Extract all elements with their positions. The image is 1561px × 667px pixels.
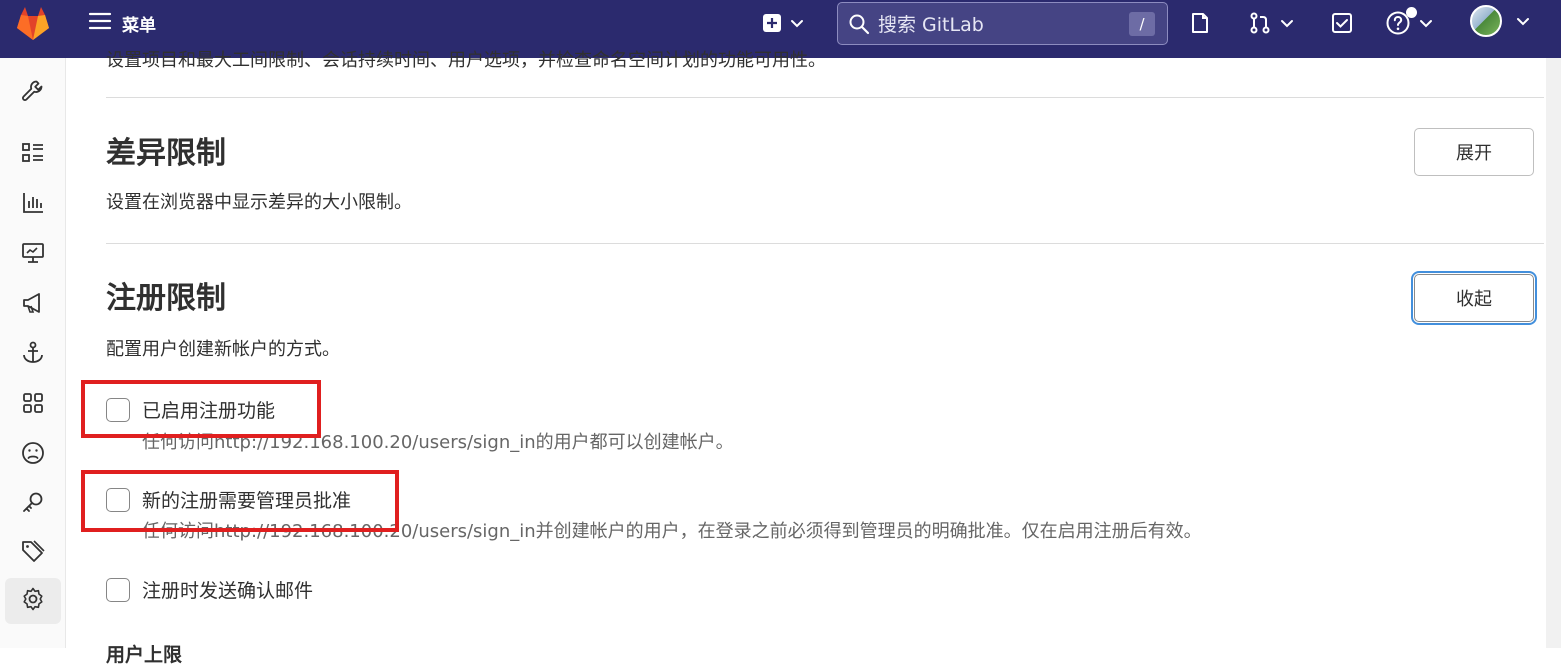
section-divider bbox=[106, 243, 1544, 244]
diff-limits-title: 差异限制 bbox=[106, 136, 226, 171]
gitlab-logo[interactable] bbox=[13, 3, 53, 43]
previous-section-description: 设置项目和最大工间限制、会话持续时间、用户选项，并检查命名空间计划的功能可用性。 bbox=[106, 50, 826, 71]
issues-icon bbox=[1188, 11, 1212, 35]
sidebar-item-labels[interactable] bbox=[5, 530, 61, 576]
search-shortcut-key: / bbox=[1129, 11, 1155, 36]
send-confirmation-email-option: 注册时发送确认邮件 bbox=[106, 576, 313, 603]
sidebar-item-overview[interactable] bbox=[5, 132, 61, 178]
sidebar-item-monitoring[interactable] bbox=[5, 232, 61, 278]
signup-restrictions-collapse-button[interactable]: 收起 bbox=[1414, 274, 1534, 322]
sidebar-item-analytics[interactable] bbox=[5, 182, 61, 228]
merge-requests-dropdown[interactable] bbox=[1248, 8, 1296, 38]
send-confirmation-email-label[interactable]: 注册时发送确认邮件 bbox=[142, 576, 313, 603]
diff-limits-expand-button[interactable]: 展开 bbox=[1414, 128, 1534, 176]
diff-limits-description: 设置在浏览器中显示差异的大小限制。 bbox=[106, 192, 412, 213]
todos-button[interactable] bbox=[1330, 8, 1354, 38]
chevron-down-icon bbox=[1278, 14, 1296, 32]
chevron-down-icon bbox=[1417, 14, 1435, 32]
chevron-down-icon bbox=[788, 14, 806, 32]
chart-icon bbox=[20, 190, 46, 220]
user-avatar bbox=[1470, 5, 1502, 37]
sidebar-item-applications[interactable] bbox=[5, 382, 61, 428]
user-menu-dropdown[interactable] bbox=[1470, 5, 1532, 37]
search-input[interactable]: 搜索 GitLab / bbox=[837, 2, 1168, 45]
apps-icon bbox=[20, 390, 46, 420]
labels-icon bbox=[20, 538, 46, 568]
todo-check-icon bbox=[1330, 11, 1354, 35]
sad-face-icon bbox=[20, 440, 46, 470]
chevron-down-icon bbox=[1514, 12, 1532, 30]
sidebar-item-deploy-keys[interactable] bbox=[5, 482, 61, 528]
hamburger-icon bbox=[88, 9, 112, 37]
plus-square-icon bbox=[762, 13, 782, 33]
sidebar-item-admin-overview[interactable] bbox=[5, 70, 61, 116]
wrench-icon bbox=[20, 78, 46, 108]
merge-request-icon bbox=[1248, 11, 1272, 35]
sidebar-item-settings[interactable] bbox=[5, 578, 61, 624]
sidebar-item-messages[interactable] bbox=[5, 282, 61, 328]
admin-sidebar bbox=[0, 58, 66, 648]
annotation-highlight-box bbox=[81, 380, 321, 438]
annotation-highlight-box bbox=[81, 470, 399, 532]
signup-restrictions-title: 注册限制 bbox=[106, 281, 226, 316]
monitor-icon bbox=[20, 240, 46, 270]
search-placeholder: 搜索 GitLab bbox=[878, 14, 984, 36]
search-icon bbox=[848, 13, 870, 35]
anchor-icon bbox=[20, 340, 46, 370]
user-cap-heading: 用户上限 bbox=[106, 644, 183, 666]
page-scrollbar[interactable] bbox=[1546, 58, 1561, 648]
help-notification-dot bbox=[1406, 7, 1417, 18]
sidebar-item-abuse-reports[interactable] bbox=[5, 432, 61, 478]
list-icon bbox=[20, 140, 46, 170]
issues-button[interactable] bbox=[1188, 8, 1212, 38]
signup-restrictions-description: 配置用户创建新帐户的方式。 bbox=[106, 339, 340, 360]
menu-button[interactable]: 菜单 bbox=[88, 8, 156, 38]
sidebar-item-system-hooks[interactable] bbox=[5, 332, 61, 378]
section-divider bbox=[106, 97, 1544, 98]
send-confirmation-email-checkbox[interactable] bbox=[106, 577, 130, 602]
key-icon bbox=[20, 490, 46, 520]
gear-icon bbox=[20, 586, 46, 616]
create-new-dropdown[interactable] bbox=[762, 8, 806, 38]
megaphone-icon bbox=[20, 290, 46, 320]
menu-label: 菜单 bbox=[122, 15, 156, 36]
